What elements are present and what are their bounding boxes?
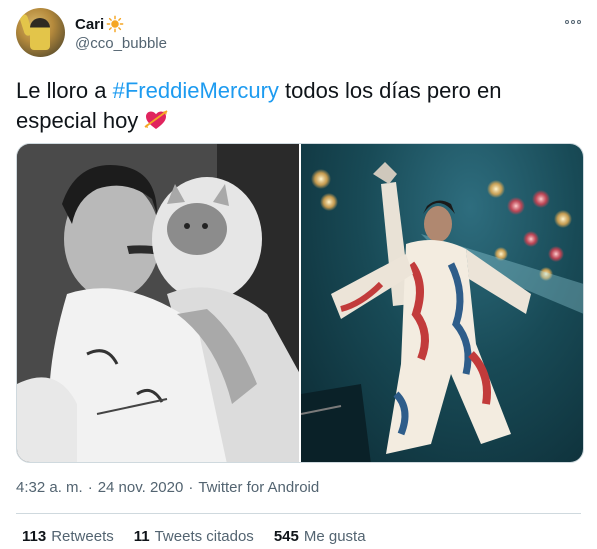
avatar[interactable] xyxy=(16,8,65,57)
quotes-label: Tweets citados xyxy=(154,528,254,545)
sun-icon xyxy=(106,15,124,33)
likes-label: Me gusta xyxy=(303,528,366,545)
hashtag-link[interactable]: #FreddieMercury xyxy=(113,78,279,103)
user-handle[interactable]: @cco_bubble xyxy=(75,35,167,52)
media-grid xyxy=(16,143,584,463)
retweets-count: 113 xyxy=(22,528,47,545)
retweets-label: Retweets xyxy=(51,528,114,545)
likes-count: 545 xyxy=(273,528,299,545)
tweet-text: Le lloro a #FreddieMercury todos los día… xyxy=(16,76,576,136)
photo-freddie-on-stage[interactable] xyxy=(301,144,583,462)
likes-stat[interactable]: 545 Me gusta xyxy=(274,528,366,545)
more-button[interactable] xyxy=(563,14,583,30)
heart-with-arrow-icon xyxy=(144,110,168,129)
tweet-date[interactable]: 24 nov. 2020 xyxy=(98,479,184,496)
meta-separator: · xyxy=(188,479,194,496)
retweets-stat[interactable]: 113 Retweets xyxy=(22,528,114,545)
user-name[interactable]: Cari xyxy=(75,15,124,33)
tweet-text-before: Le lloro a xyxy=(16,78,113,103)
user-name-label: Cari xyxy=(75,15,105,33)
divider xyxy=(16,513,581,514)
tweet: Cari @cco_bubble Le lloro a #FreddieMerc… xyxy=(0,0,597,549)
quote-tweets-stat[interactable]: 11 Tweets citados xyxy=(134,528,254,545)
meta-separator: · xyxy=(87,479,93,496)
tweet-time[interactable]: 4:32 a. m. xyxy=(16,479,83,496)
more-icon xyxy=(565,20,569,24)
quotes-count: 11 xyxy=(133,528,150,545)
photo-freddie-with-cat[interactable] xyxy=(17,144,299,462)
tweet-meta: 4:32 a. m. · 24 nov. 2020 · Twitter for … xyxy=(16,479,319,496)
tweet-source[interactable]: Twitter for Android xyxy=(198,479,319,496)
tweet-stats: 113 Retweets 11 Tweets citados 545 Me gu… xyxy=(22,528,366,545)
